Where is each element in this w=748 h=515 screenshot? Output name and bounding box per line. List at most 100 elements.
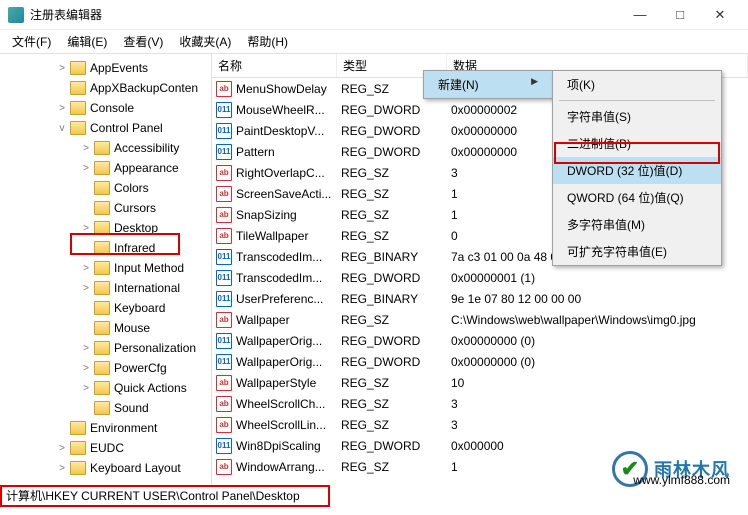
- tree-label: Accessibility: [114, 141, 179, 155]
- value-icon: ab: [216, 207, 232, 223]
- submenu-item[interactable]: QWORD (64 位)值(Q): [553, 184, 721, 211]
- tree-label: International: [114, 281, 180, 295]
- tree-label: Control Panel: [90, 121, 163, 135]
- folder-icon: [94, 261, 110, 275]
- tree-label: Environment: [90, 421, 157, 435]
- value-icon: ab: [216, 417, 232, 433]
- tree-item-personalization[interactable]: >Personalization: [0, 338, 211, 358]
- submenu-item[interactable]: 字符串值(S): [553, 103, 721, 130]
- expand-icon[interactable]: >: [56, 63, 68, 74]
- tree-item-desktop[interactable]: > Desktop: [0, 218, 211, 238]
- maximize-button[interactable]: □: [660, 0, 700, 30]
- tree-item-quick-actions[interactable]: > Quick Actions: [0, 378, 211, 398]
- value-name: Wallpaper: [236, 313, 341, 327]
- list-row[interactable]: 011WallpaperOrig...REG_DWORD0x00000000 (…: [212, 351, 748, 372]
- list-row[interactable]: abWallpaperStyleREG_SZ10: [212, 372, 748, 393]
- menu-edit[interactable]: 编辑(E): [59, 31, 115, 52]
- tree-item-console[interactable]: >Console: [0, 98, 211, 118]
- value-name: TileWallpaper: [236, 229, 341, 243]
- value-icon: 011: [216, 123, 232, 139]
- tree-item-environment[interactable]: Environment: [0, 418, 211, 438]
- value-icon: ab: [216, 312, 232, 328]
- tree-label: Quick Actions: [114, 381, 187, 395]
- expand-icon[interactable]: v: [56, 123, 68, 134]
- tree-label: Infrared: [114, 241, 155, 255]
- menu-help[interactable]: 帮助(H): [239, 31, 296, 52]
- list-row[interactable]: abWheelScrollLin...REG_SZ3: [212, 414, 748, 435]
- list-row[interactable]: abWheelScrollCh...REG_SZ3: [212, 393, 748, 414]
- folder-icon: [94, 401, 110, 415]
- menu-favorites[interactable]: 收藏夹(A): [171, 31, 239, 52]
- tree-label: Desktop: [114, 221, 158, 235]
- tree-label: EUDC: [90, 441, 124, 455]
- value-icon: 011: [216, 354, 232, 370]
- value-name: WheelScrollLin...: [236, 418, 341, 432]
- context-menu-new[interactable]: 新建(N) ▶: [423, 70, 553, 99]
- folder-icon: [70, 441, 86, 455]
- value-data: 0x00000001 (1): [451, 271, 748, 285]
- minimize-button[interactable]: —: [620, 0, 660, 30]
- expand-icon[interactable]: >: [56, 103, 68, 114]
- value-icon: ab: [216, 228, 232, 244]
- submenu-item[interactable]: DWORD (32 位)值(D): [553, 157, 721, 184]
- expand-icon[interactable]: >: [80, 143, 92, 154]
- value-name: SnapSizing: [236, 208, 341, 222]
- expand-icon[interactable]: >: [80, 163, 92, 174]
- tree-item-eudc[interactable]: > EUDC: [0, 438, 211, 458]
- tree-item-appxbackupconten[interactable]: AppXBackupConten: [0, 78, 211, 98]
- tree-item-infrared[interactable]: Infrared: [0, 238, 211, 258]
- value-type: REG_DWORD: [341, 439, 451, 453]
- context-submenu[interactable]: 项(K) 字符串值(S)二进制值(B)DWORD (32 位)值(D)QWORD …: [552, 70, 722, 266]
- value-type: REG_DWORD: [341, 355, 451, 369]
- value-data: 3: [451, 397, 748, 411]
- tree-label: Cursors: [114, 201, 156, 215]
- tree-item-mouse[interactable]: Mouse: [0, 318, 211, 338]
- menu-item-new[interactable]: 新建(N) ▶: [424, 71, 552, 98]
- list-row[interactable]: abWallpaperREG_SZC:\Windows\web\wallpape…: [212, 309, 748, 330]
- value-type: REG_DWORD: [341, 124, 451, 138]
- tree-item-sound[interactable]: Sound: [0, 398, 211, 418]
- menu-view[interactable]: 查看(V): [115, 31, 171, 52]
- expand-icon[interactable]: >: [80, 383, 92, 394]
- expand-icon[interactable]: >: [80, 363, 92, 374]
- folder-icon: [94, 301, 110, 315]
- tree-item-control-panel[interactable]: v Control Panel: [0, 118, 211, 138]
- submenu-item[interactable]: 项(K): [553, 71, 721, 98]
- value-type: REG_DWORD: [341, 334, 451, 348]
- value-type: REG_SZ: [341, 208, 451, 222]
- value-type: REG_SZ: [341, 229, 451, 243]
- submenu-item[interactable]: 二进制值(B): [553, 130, 721, 157]
- value-type: REG_BINARY: [341, 250, 451, 264]
- folder-icon: [70, 61, 86, 75]
- tree-item-cursors[interactable]: Cursors: [0, 198, 211, 218]
- folder-icon: [70, 81, 86, 95]
- tree-item-keyboard-layout[interactable]: >Keyboard Layout: [0, 458, 211, 478]
- expand-icon[interactable]: >: [80, 343, 92, 354]
- tree-item-powercfg[interactable]: >PowerCfg: [0, 358, 211, 378]
- tree-item-appevents[interactable]: >AppEvents: [0, 58, 211, 78]
- value-name: WallpaperOrig...: [236, 334, 341, 348]
- list-row[interactable]: 011UserPreferenc...REG_BINARY9e 1e 07 80…: [212, 288, 748, 309]
- tree-item-input-method[interactable]: >Input Method: [0, 258, 211, 278]
- value-icon: ab: [216, 186, 232, 202]
- tree-item-keyboard[interactable]: Keyboard: [0, 298, 211, 318]
- value-name: WallpaperStyle: [236, 376, 341, 390]
- list-row[interactable]: 011TranscodedIm...REG_DWORD0x00000001 (1…: [212, 267, 748, 288]
- expand-icon[interactable]: >: [80, 263, 92, 274]
- tree-item-colors[interactable]: Colors: [0, 178, 211, 198]
- expand-icon[interactable]: >: [56, 443, 68, 454]
- submenu-item[interactable]: 多字符串值(M): [553, 211, 721, 238]
- expand-icon[interactable]: >: [80, 283, 92, 294]
- value-icon: ab: [216, 375, 232, 391]
- menu-file[interactable]: 文件(F): [4, 31, 59, 52]
- expand-icon[interactable]: >: [56, 463, 68, 474]
- tree-item-appearance[interactable]: >Appearance: [0, 158, 211, 178]
- tree-item-accessibility[interactable]: > Accessibility: [0, 138, 211, 158]
- list-row[interactable]: 011WallpaperOrig...REG_DWORD0x00000000 (…: [212, 330, 748, 351]
- value-name: TranscodedIm...: [236, 271, 341, 285]
- tree-item-international[interactable]: > International: [0, 278, 211, 298]
- expand-icon[interactable]: >: [80, 223, 92, 234]
- close-button[interactable]: ✕: [700, 0, 740, 30]
- submenu-item[interactable]: 可扩充字符串值(E): [553, 238, 721, 265]
- col-name[interactable]: 名称: [212, 54, 337, 77]
